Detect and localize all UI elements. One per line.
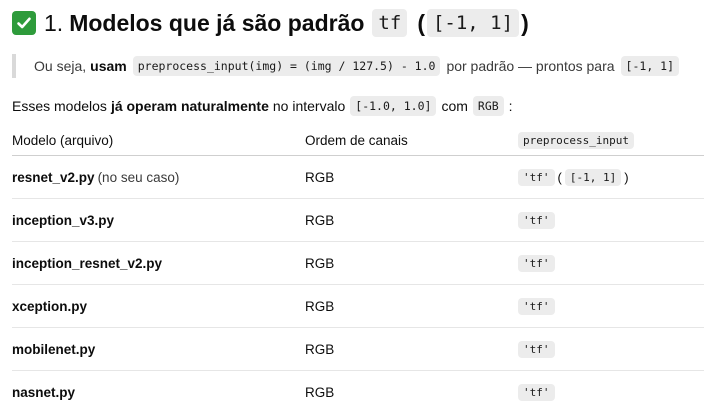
heading-code-tf: tf	[372, 9, 408, 37]
row-paren-close: )	[624, 169, 629, 185]
blockquote: Ou seja, usam preprocess_input(img) = (i…	[12, 54, 685, 78]
table-row: inception_v3.py RGB 'tf'	[12, 199, 704, 242]
row-code: 'tf'	[518, 254, 555, 272]
row-file: inception_resnet_v2.py	[12, 255, 163, 271]
row-file: mobilenet.py	[12, 341, 96, 357]
row-channels: RGB	[305, 384, 335, 400]
row-code: 'tf'	[518, 383, 555, 401]
heading-title: Modelos que já são padrão	[69, 9, 365, 36]
header-preprocess: preprocess_input	[518, 132, 634, 149]
row-file: xception.py	[12, 298, 88, 314]
row-file: nasnet.py	[12, 384, 76, 400]
table-row: nasnet.py RGB 'tf'	[12, 371, 704, 413]
row-code-range: [-1, 1]	[564, 168, 622, 186]
header-model: Modelo (arquivo)	[12, 133, 114, 148]
quote-bold: usam	[90, 58, 127, 74]
quote-code-range: [-1, 1]	[620, 56, 680, 76]
table-row: xception.py RGB 'tf'	[12, 285, 704, 328]
intro-bold: já operam naturalmente	[110, 98, 269, 114]
row-file: resnet_v2.py	[12, 169, 95, 185]
table-header-row: Modelo (arquivo) Ordem de canais preproc…	[12, 126, 704, 156]
section-heading: 1. Modelos que já são padrão tf ( [-1, 1…	[12, 7, 529, 39]
intro-middle: no intervalo	[272, 98, 346, 114]
heading-number: 1.	[44, 9, 64, 36]
heading-paren-open: (	[417, 9, 425, 36]
row-channels: RGB	[305, 169, 335, 185]
intro-code-range: [-1.0, 1.0]	[350, 96, 437, 116]
intro-suffix: :	[508, 98, 513, 114]
check-mark-icon	[12, 11, 36, 35]
table-row: resnet_v2.py (no seu caso) RGB 'tf' ( [-1…	[12, 156, 704, 199]
intro-with: com	[441, 98, 468, 114]
heading-paren-close: )	[521, 9, 529, 36]
row-code: 'tf'	[518, 211, 555, 229]
heading-code-range: [-1, 1]	[426, 9, 520, 37]
row-code: 'tf'	[518, 168, 555, 186]
models-table: Modelo (arquivo) Ordem de canais preproc…	[12, 126, 704, 413]
row-channels: RGB	[305, 255, 335, 271]
row-note: (no seu caso)	[97, 169, 180, 185]
row-channels: RGB	[305, 298, 335, 314]
header-channels: Ordem de canais	[305, 133, 408, 148]
row-code: 'tf'	[518, 340, 555, 358]
quote-middle: por padrão — prontos para	[446, 58, 615, 74]
table-row: inception_resnet_v2.py RGB 'tf'	[12, 242, 704, 285]
intro-code-rgb: RGB	[472, 96, 504, 116]
row-paren-open: (	[557, 169, 562, 185]
intro-prefix: Esses modelos	[12, 98, 107, 114]
intro-paragraph: Esses modelos já operam naturalmente no …	[12, 95, 513, 117]
quote-prefix: Ou seja,	[34, 58, 87, 74]
quote-code-formula: preprocess_input(img) = (img / 127.5) - …	[132, 56, 441, 76]
row-file: inception_v3.py	[12, 212, 115, 228]
table-row: mobilenet.py RGB 'tf'	[12, 328, 704, 371]
row-channels: RGB	[305, 212, 335, 228]
row-code: 'tf'	[518, 297, 555, 315]
row-channels: RGB	[305, 341, 335, 357]
